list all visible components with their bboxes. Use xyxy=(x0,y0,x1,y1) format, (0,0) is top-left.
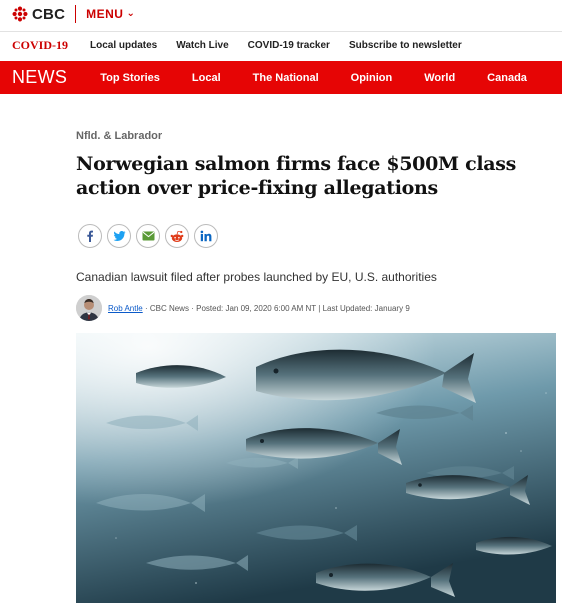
share-buttons xyxy=(78,224,218,248)
covid-link-newsletter[interactable]: Subscribe to newsletter xyxy=(349,40,462,51)
twitter-icon xyxy=(113,231,125,241)
facebook-icon xyxy=(87,230,93,242)
nav-item-top-stories[interactable]: Top Stories xyxy=(100,72,160,84)
menu-label: MENU xyxy=(86,7,124,21)
author-avatar[interactable] xyxy=(76,295,102,321)
byline-outlet: CBC News xyxy=(149,303,189,313)
covid-link-watch-live[interactable]: Watch Live xyxy=(176,40,228,51)
nav-item-canada[interactable]: Canada xyxy=(487,72,527,84)
linkedin-icon xyxy=(200,230,212,242)
news-label[interactable]: NEWS xyxy=(0,67,67,88)
byline: Rob Antle · CBC News · Posted: Jan 09, 2… xyxy=(76,295,410,321)
article-headline: Norwegian salmon firms face $500M class … xyxy=(76,153,517,199)
nav-item-opinion[interactable]: Opinion xyxy=(351,72,393,84)
author-photo-icon xyxy=(76,295,102,321)
hero-image xyxy=(76,333,556,603)
byline-updated: Last Updated: January 9 xyxy=(322,303,410,313)
nav-item-world[interactable]: World xyxy=(424,72,455,84)
covid-link-local-updates[interactable]: Local updates xyxy=(90,40,157,51)
salmon-underwater-image xyxy=(76,333,556,603)
covid-link-tracker[interactable]: COVID-19 tracker xyxy=(248,40,330,51)
menu-button[interactable]: MENU ⌄ xyxy=(86,7,135,21)
nav-item-local[interactable]: Local xyxy=(192,72,221,84)
byline-separator: · xyxy=(144,303,148,313)
cbc-gem-icon xyxy=(12,6,28,22)
byline-pipe: | xyxy=(318,303,321,313)
cbc-wordmark: CBC xyxy=(32,5,66,23)
share-facebook-button[interactable] xyxy=(78,224,102,248)
top-bar: CBC MENU ⌄ xyxy=(0,0,562,28)
share-email-button[interactable] xyxy=(136,224,160,248)
share-reddit-button[interactable] xyxy=(165,224,189,248)
top-divider xyxy=(75,5,77,23)
byline-posted: Posted: Jan 09, 2020 6:00 AM NT xyxy=(196,303,317,313)
byline-separator: · xyxy=(191,303,194,313)
article-deck: Canadian lawsuit filed after probes laun… xyxy=(76,270,437,284)
email-icon xyxy=(142,231,154,241)
share-twitter-button[interactable] xyxy=(107,224,131,248)
reddit-icon xyxy=(170,230,184,242)
cbc-logo[interactable]: CBC xyxy=(12,6,65,23)
nav-item-the-national[interactable]: The National xyxy=(253,72,319,84)
byline-text: Rob Antle · CBC News · Posted: Jan 09, 2… xyxy=(108,304,410,313)
share-linkedin-button[interactable] xyxy=(194,224,218,248)
chevron-down-icon: ⌄ xyxy=(126,7,136,19)
news-nav-bar: NEWS Top Stories Local The National Opin… xyxy=(0,61,562,94)
author-link[interactable]: Rob Antle xyxy=(108,304,143,313)
section-label[interactable]: Nfld. & Labrador xyxy=(76,130,162,142)
covid-bar: COVID-19 Local updates Watch Live COVID-… xyxy=(0,31,562,59)
covid-label[interactable]: COVID-19 xyxy=(12,38,68,53)
